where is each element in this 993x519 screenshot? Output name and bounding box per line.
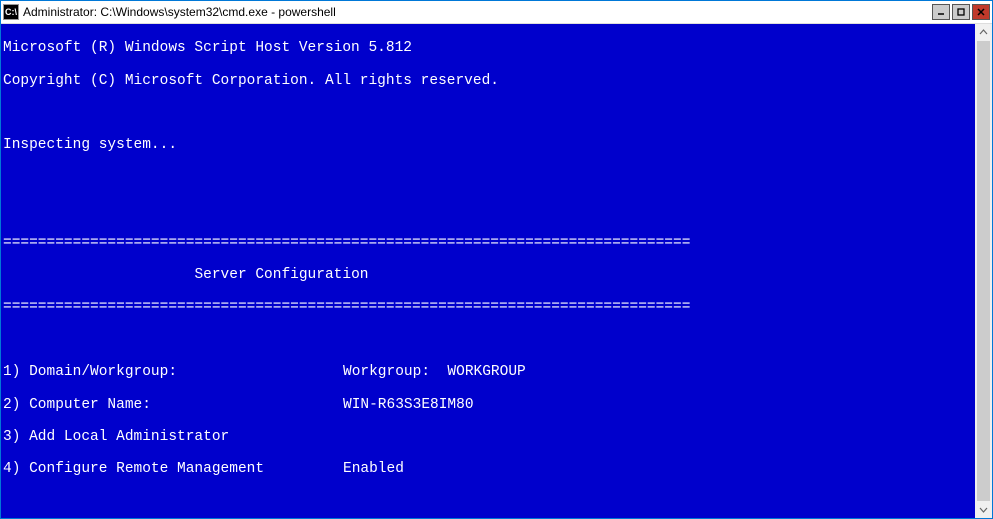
console-output[interactable]: Microsoft (R) Windows Script Host Versio… [1,24,975,518]
menu-item: 1) Domain/Workgroup:Workgroup: WORKGROUP [3,364,973,380]
titlebar: C:\ Administrator: C:\Windows\system32\c… [1,1,992,24]
chevron-down-icon [979,505,988,514]
app-title-line: Server Configuration [3,267,973,283]
cmd-window: C:\ Administrator: C:\Windows\system32\c… [0,0,993,519]
blank-line [3,202,973,218]
blank-line [3,494,973,510]
titlebar-buttons [932,4,990,20]
app-title: Server Configuration [194,267,368,283]
rule-line: ========================================… [3,235,973,251]
blank-line [3,170,973,186]
copyright-line: Copyright (C) Microsoft Corporation. All… [3,73,973,89]
chevron-up-icon [979,28,988,37]
blank-line [3,332,973,348]
script-host-version: Microsoft (R) Windows Script Host Versio… [3,40,973,56]
menu-item: 4) Configure Remote ManagementEnabled [3,461,973,477]
rule-line: ========================================… [3,299,973,315]
menu-item: 3) Add Local Administrator [3,429,973,445]
minimize-button[interactable] [932,4,950,20]
blank-line [3,105,973,121]
cmd-icon-label: C:\ [5,7,17,17]
maximize-button[interactable] [952,4,970,20]
cmd-icon: C:\ [3,4,19,20]
inspecting-line: Inspecting system... [3,137,973,153]
window-title: Administrator: C:\Windows\system32\cmd.e… [23,5,932,19]
scrollbar-thumb[interactable] [977,41,990,501]
close-button[interactable] [972,4,990,20]
vertical-scrollbar[interactable] [975,24,992,518]
console-area: Microsoft (R) Windows Script Host Versio… [1,24,992,518]
scrollbar-track[interactable] [975,41,992,501]
scroll-up-button[interactable] [975,24,992,41]
scroll-down-button[interactable] [975,501,992,518]
menu-item: 2) Computer Name:WIN-R63S3E8IM80 [3,397,973,413]
